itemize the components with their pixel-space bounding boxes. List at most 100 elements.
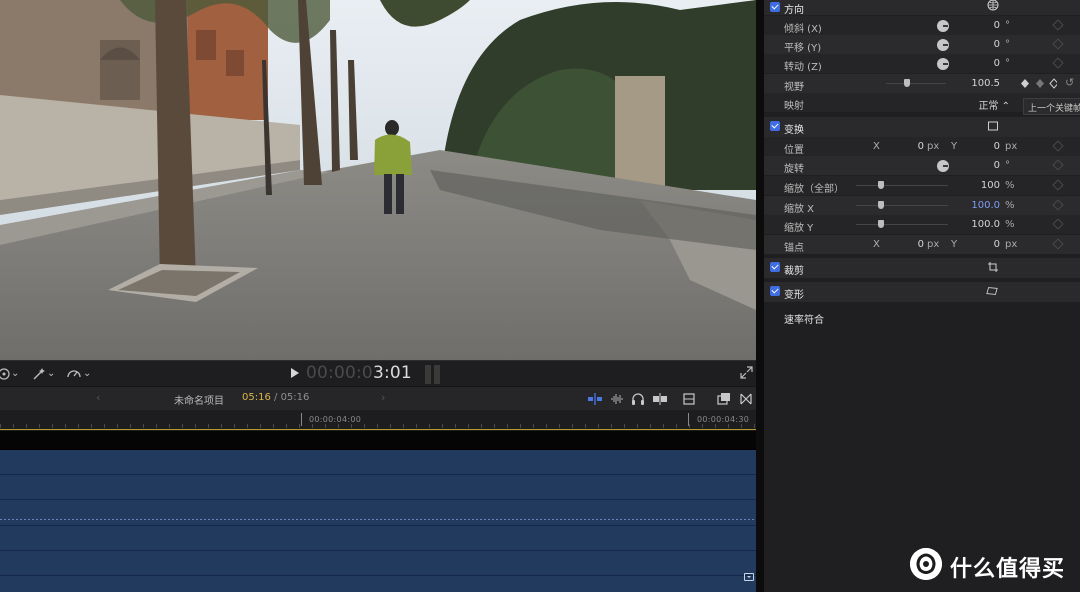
- prop-unit: %: [1005, 200, 1015, 211]
- prop-value[interactable]: 0: [974, 160, 1000, 171]
- distort-checkbox[interactable]: [770, 286, 780, 296]
- prop-label: 转动 (Z): [784, 62, 822, 73]
- ruler-mark: [301, 413, 302, 426]
- scale-y-slider-thumb[interactable]: [877, 220, 884, 228]
- direction-checkbox[interactable]: [770, 2, 780, 12]
- keyframe-icon[interactable]: [1052, 159, 1064, 171]
- prop-value[interactable]: 100.5: [960, 78, 1000, 89]
- section-transform[interactable]: 变换: [764, 117, 1080, 137]
- clip-appearance-icon[interactable]: [682, 391, 696, 407]
- prop-unit: °: [1005, 160, 1010, 171]
- solo-icon[interactable]: [652, 391, 668, 407]
- video-viewer[interactable]: [0, 0, 756, 360]
- prop-value[interactable]: 0: [974, 58, 1000, 69]
- mapping-select[interactable]: 正常 ⌃: [960, 97, 1010, 112]
- keyframe-nav-icons[interactable]: [1021, 78, 1057, 89]
- keyframe-icon[interactable]: [1052, 19, 1064, 31]
- rotation-knob[interactable]: [937, 160, 949, 172]
- scale-x-slider-thumb[interactable]: [877, 201, 884, 209]
- axis-y-label: Y: [951, 141, 958, 152]
- prop-label: 倾斜 (X): [784, 24, 822, 35]
- timeline-ruler[interactable]: 00:00:04:00 00:00:04:30: [0, 410, 760, 430]
- prop-value[interactable]: 0: [974, 20, 1000, 31]
- transform-checkbox[interactable]: [770, 121, 780, 131]
- enhance-wand-icon[interactable]: [31, 366, 47, 382]
- keyframe-icon[interactable]: [1052, 140, 1064, 152]
- watermark-logo: [910, 548, 942, 580]
- duration-current: 05:16: [242, 392, 271, 403]
- prop-value[interactable]: 100.0: [960, 219, 1000, 230]
- anchor-x-value[interactable]: 0: [904, 239, 924, 250]
- view-options-chevron-icon[interactable]: ⌄: [11, 366, 19, 382]
- roll-knob[interactable]: [937, 58, 949, 70]
- prop-label: 缩放（全部）: [784, 184, 844, 195]
- prop-scale-y: 缩放 Y 100.0 %: [764, 215, 1080, 234]
- position-x-value[interactable]: 0: [904, 141, 924, 152]
- timeline-index-icon[interactable]: [717, 391, 731, 407]
- project-name[interactable]: 未命名项目: [174, 392, 224, 407]
- clip-menu-icon[interactable]: [744, 573, 754, 581]
- crop-icon[interactable]: [987, 261, 999, 273]
- position-y-value[interactable]: 0: [980, 141, 1000, 152]
- timecode-bright: 3:01: [372, 363, 412, 383]
- prop-pan: 平移 (Y) 0 °: [764, 35, 1080, 54]
- snapping-icon[interactable]: [587, 391, 603, 407]
- anchor-y-value[interactable]: 0: [980, 239, 1000, 250]
- timecode-display[interactable]: 00:00:03:01: [306, 363, 412, 383]
- timeline-clip[interactable]: [0, 450, 758, 592]
- clip-line: [0, 499, 758, 500]
- ruler-ticks: [0, 424, 760, 428]
- keyframe-icon[interactable]: [1052, 199, 1064, 211]
- timecode-dim: 00:00:0: [306, 363, 373, 383]
- keyframe-icon[interactable]: [1052, 57, 1064, 69]
- section-title: 变换: [784, 125, 804, 136]
- crop-checkbox[interactable]: [770, 262, 780, 272]
- play-icon[interactable]: [291, 368, 299, 378]
- scale-x-slider-track[interactable]: [856, 205, 948, 206]
- fullscreen-icon[interactable]: [740, 366, 753, 379]
- back-arrow-icon[interactable]: ‹: [96, 391, 100, 404]
- retime-speed-icon[interactable]: [66, 366, 82, 382]
- transform-onscreen-icon[interactable]: [987, 120, 999, 132]
- section-direction[interactable]: 方向: [764, 0, 1080, 16]
- keyframe-icon[interactable]: [1052, 218, 1064, 230]
- keyframe-icon[interactable]: [1052, 179, 1064, 191]
- fov-slider-track[interactable]: [886, 83, 946, 84]
- prop-unit: px: [927, 239, 940, 250]
- prop-position: 位置 X 0 px Y 0 px: [764, 137, 1080, 156]
- headphones-icon[interactable]: [631, 391, 645, 407]
- panel-divider[interactable]: [756, 0, 764, 592]
- reset-icon[interactable]: ↺: [1065, 76, 1074, 89]
- retime-chevron-icon[interactable]: ⌄: [83, 366, 91, 382]
- keyframe-icon[interactable]: [1052, 38, 1064, 50]
- prop-label: 缩放 Y: [784, 223, 814, 234]
- fov-slider-thumb[interactable]: [904, 79, 910, 87]
- section-crop[interactable]: 裁剪: [764, 258, 1080, 278]
- timeline-tracks: [0, 431, 760, 592]
- prop-value[interactable]: 100: [960, 180, 1000, 191]
- prop-scale-all: 缩放（全部） 100 %: [764, 176, 1080, 195]
- tilt-knob[interactable]: [937, 20, 949, 32]
- forward-arrow-icon[interactable]: ›: [381, 391, 385, 404]
- direction-gizmo-icon[interactable]: [987, 0, 999, 11]
- prop-unit: %: [1005, 219, 1015, 230]
- inspector-panel: 方向 倾斜 (X) 0 ° 平移 (Y) 0 ° 转动 (Z) 0 ° 视野 1…: [764, 0, 1080, 592]
- prop-value[interactable]: 0: [974, 39, 1000, 50]
- transitions-browser-icon[interactable]: [739, 391, 753, 407]
- prop-label: 视野: [784, 82, 804, 93]
- scale-all-slider-track[interactable]: [856, 185, 948, 186]
- prop-value[interactable]: 100.0: [960, 200, 1000, 211]
- scale-all-slider-thumb[interactable]: [877, 181, 884, 189]
- scale-y-slider-track[interactable]: [856, 224, 948, 225]
- section-rate-conform[interactable]: 速率符合: [764, 307, 1080, 326]
- audio-skimming-icon[interactable]: [609, 391, 625, 407]
- video-frame: [0, 0, 756, 360]
- keyframe-tooltip: 上一个关键帧: [1023, 98, 1080, 115]
- playback-bar: ⌄ ⌄ ⌄ 00:00:03:01: [0, 360, 760, 386]
- section-distort[interactable]: 变形: [764, 282, 1080, 302]
- pan-knob[interactable]: [937, 39, 949, 51]
- keyframe-icon[interactable]: [1052, 238, 1064, 250]
- distort-icon[interactable]: [986, 285, 998, 297]
- enhance-chevron-icon[interactable]: ⌄: [47, 366, 55, 382]
- axis-x-label: X: [873, 239, 880, 250]
